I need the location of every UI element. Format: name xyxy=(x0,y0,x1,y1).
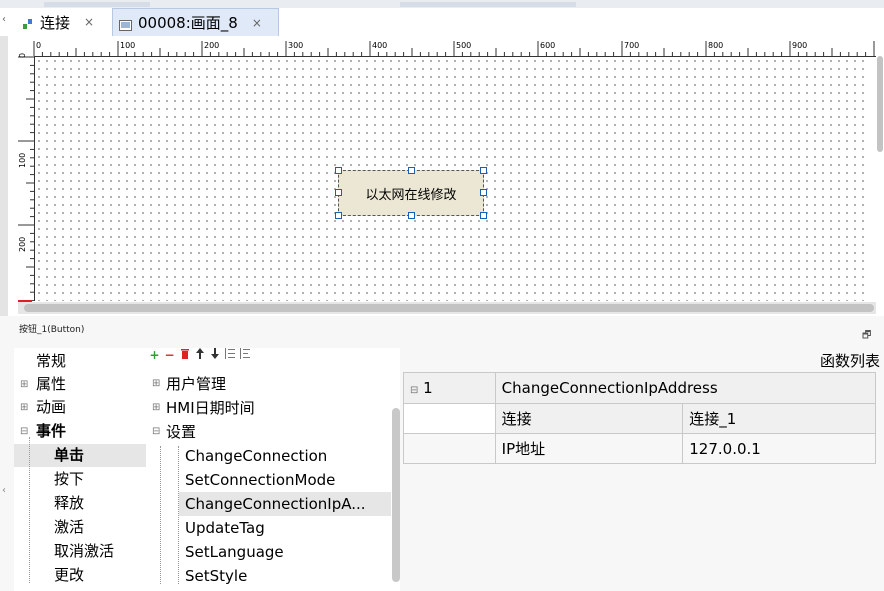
event-deactivate[interactable]: 取消激活 xyxy=(14,540,146,563)
table-row[interactable]: 连接 连接_1 xyxy=(403,403,876,434)
ruler-h-label: 200 xyxy=(204,41,220,50)
document-tab-bar: ‹ 连接 × 00008:画面_8 × xyxy=(0,8,884,37)
resize-handle[interactable] xyxy=(335,212,342,219)
ruler-h-label: 600 xyxy=(540,41,556,50)
function-tree-scrollbar[interactable] xyxy=(392,408,400,582)
restore-icon[interactable]: 🗗 xyxy=(862,328,871,345)
tab-scroll-left-icon[interactable]: ‹ xyxy=(2,14,6,25)
vertical-scroll-thumb[interactable] xyxy=(877,56,883,152)
category-events[interactable]: ⊟ 事件 xyxy=(14,420,146,443)
resize-handle[interactable] xyxy=(480,189,487,196)
ruler-h-label: 700 xyxy=(624,41,640,50)
function-list-title: 函数列表 xyxy=(820,352,881,370)
function-group-hmi-datetime[interactable]: ⊞ HMI日期时间 xyxy=(152,396,255,420)
tab-connection-label: 连接 xyxy=(40,13,71,32)
function-group-settings[interactable]: ⊟ 设置 xyxy=(152,420,196,444)
horizontal-ruler: 0 100 200 300 400 500 600 700 800 900 xyxy=(18,41,876,57)
tab-screen-8[interactable]: 00008:画面_8 × xyxy=(112,8,279,36)
expand-icon[interactable]: ⊞ xyxy=(152,372,160,396)
event-click[interactable]: 单击 xyxy=(14,444,146,467)
category-animation[interactable]: ⊞ 动画 xyxy=(14,396,146,419)
ruler-h-label: 900 xyxy=(792,41,808,50)
indent-icon[interactable] xyxy=(224,348,235,364)
tab-connection[interactable]: 连接 × xyxy=(22,8,94,36)
ruler-v-label: 200 xyxy=(18,236,27,252)
collapse-icon[interactable]: ⊟ xyxy=(410,385,418,396)
resize-handle[interactable] xyxy=(408,212,415,219)
event-press[interactable]: 按下 xyxy=(14,468,146,491)
event-activate[interactable]: 激活 xyxy=(14,516,146,539)
expand-icon[interactable]: ⊞ xyxy=(20,373,28,396)
function-set-language[interactable]: SetLanguage xyxy=(185,540,284,564)
resize-handle[interactable] xyxy=(408,167,415,174)
vertical-ruler: 0 100 200 xyxy=(18,52,35,301)
event-change[interactable]: 更改 xyxy=(14,564,146,587)
resize-handle[interactable] xyxy=(335,189,342,196)
resize-handle[interactable] xyxy=(480,212,487,219)
expand-icon[interactable]: ⊞ xyxy=(20,396,28,419)
row-index: 1 xyxy=(423,379,433,397)
ruler-h-label: 400 xyxy=(372,41,388,50)
tree-guide-line xyxy=(178,446,180,584)
function-name-cell[interactable]: ChangeConnectionIpAddress xyxy=(494,372,877,404)
function-group-user-management[interactable]: ⊞ 用户管理 xyxy=(152,372,226,396)
table-row[interactable]: ⊟ 1 ChangeConnectionIpAddress xyxy=(403,372,877,404)
move-up-icon[interactable] xyxy=(194,348,205,364)
ethernet-online-modify-button-widget[interactable]: 以太网在线修改 xyxy=(335,167,487,219)
category-general[interactable]: 常规 xyxy=(14,350,146,373)
function-change-connection[interactable]: ChangeConnection xyxy=(185,444,327,468)
horizontal-scroll-thumb[interactable] xyxy=(24,304,874,312)
connection-icon xyxy=(22,16,34,29)
param-value-cell[interactable]: 127.0.0.1 xyxy=(682,433,876,464)
function-update-tag[interactable]: UpdateTag xyxy=(185,516,265,540)
category-list: 常规 ⊞ 属性 ⊞ 动画 ⊟ 事件 单击 按下 释放 激活 取消激活 更改 xyxy=(14,348,146,591)
top-toolbar-strip xyxy=(0,0,884,8)
ruler-h-label: 100 xyxy=(120,41,136,50)
tab-screen-8-label: 00008:画面_8 xyxy=(138,14,238,32)
category-properties[interactable]: ⊞ 属性 xyxy=(14,373,146,396)
tab-screen-8-close-icon[interactable]: × xyxy=(252,16,262,30)
ruler-h-label: 0 xyxy=(36,41,42,50)
add-icon[interactable]: + xyxy=(149,348,160,364)
ruler-h-label: 500 xyxy=(456,41,472,50)
remove-icon[interactable]: − xyxy=(164,348,175,364)
ruler-v-label: 100 xyxy=(18,152,27,168)
param-name-cell: IP地址 xyxy=(494,433,684,464)
panel-title: 按钮_1(Button) xyxy=(19,325,85,335)
function-toolbar: + − xyxy=(149,348,250,364)
collapse-icon[interactable]: ⊟ xyxy=(20,420,28,443)
function-change-connection-ip-address[interactable]: ChangeConnectionIpA... xyxy=(179,492,391,516)
function-list-table: ⊟ 1 ChangeConnectionIpAddress 连接 连接_1 IP… xyxy=(403,372,877,464)
screen-icon xyxy=(119,17,132,31)
outdent-icon[interactable] xyxy=(239,348,250,364)
ruler-h-label: 300 xyxy=(288,41,304,50)
event-release[interactable]: 释放 xyxy=(14,492,146,515)
ruler-h-label: 800 xyxy=(708,41,724,50)
widget-label: 以太网在线修改 xyxy=(365,187,457,203)
collapse-icon[interactable]: ⊟ xyxy=(152,420,160,444)
tree-guide-line xyxy=(29,437,31,583)
param-value-cell[interactable]: 连接_1 xyxy=(682,403,876,434)
param-name-cell: 连接 xyxy=(494,403,684,434)
resize-handle[interactable] xyxy=(480,167,487,174)
panel-collapse-icon[interactable]: ‹ xyxy=(2,485,6,496)
move-down-icon[interactable] xyxy=(209,348,220,364)
resize-handle[interactable] xyxy=(335,167,342,174)
delete-icon[interactable] xyxy=(179,348,190,364)
function-set-style[interactable]: SetStyle xyxy=(185,564,247,588)
table-row[interactable]: IP地址 127.0.0.1 xyxy=(403,433,876,464)
tree-guide-line xyxy=(160,446,162,584)
ruler-v-label: 0 xyxy=(18,52,27,58)
function-set-connection-mode[interactable]: SetConnectionMode xyxy=(185,468,335,492)
tab-connection-close-icon[interactable]: × xyxy=(84,15,94,29)
expand-icon[interactable]: ⊞ xyxy=(152,396,160,420)
